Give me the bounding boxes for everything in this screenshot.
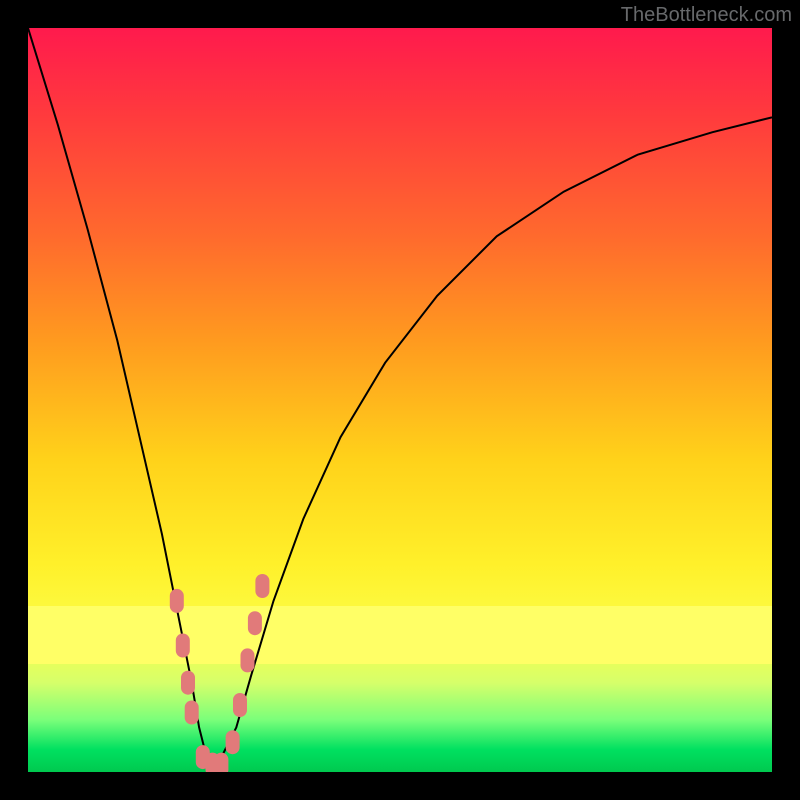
highlight-dot [248,611,262,635]
chart-svg [28,28,772,772]
highlight-markers [170,574,270,772]
highlight-dot [226,730,240,754]
highlight-dot [185,701,199,725]
chart-frame: TheBottleneck.com [0,0,800,800]
highlight-dot [233,693,247,717]
highlight-dot [214,753,228,772]
attribution-text: TheBottleneck.com [621,4,792,27]
highlight-dot [255,574,269,598]
highlight-dot [181,671,195,695]
highlight-dot [241,648,255,672]
highlight-dot [176,634,190,658]
highlight-dot [170,589,184,613]
bottleneck-curve [28,28,772,765]
